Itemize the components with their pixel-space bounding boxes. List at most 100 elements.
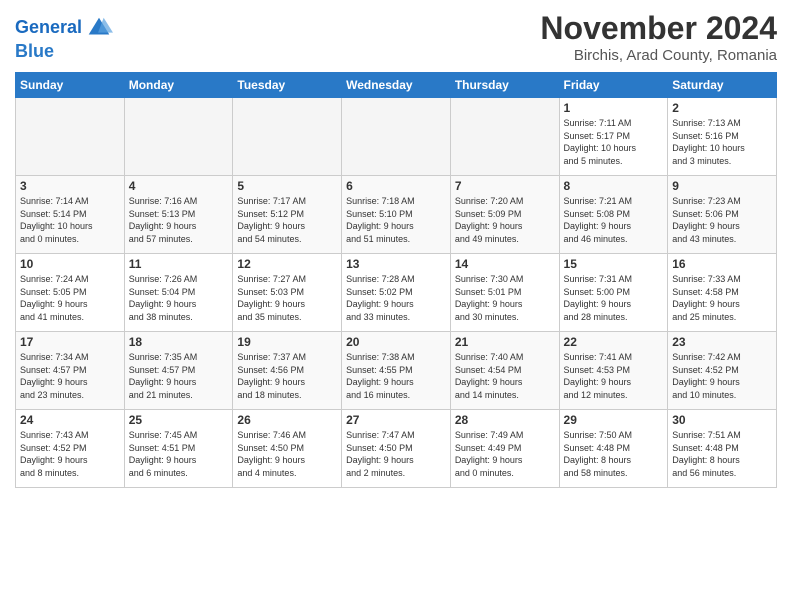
calendar-cell-w3-d2: 19 Sunrise: 7:37 AM Sunset: 4:56 PM Dayli… [233, 332, 342, 410]
week-row-1: 3 Sunrise: 7:14 AM Sunset: 5:14 PM Daylig… [16, 176, 777, 254]
day-info: Sunrise: 7:11 AM Sunset: 5:17 PM Dayligh… [564, 117, 664, 167]
day-number: 3 [20, 179, 120, 193]
calendar-cell-w0-d2 [233, 98, 342, 176]
calendar-cell-w0-d4 [450, 98, 559, 176]
day-number: 8 [564, 179, 664, 193]
week-row-2: 10 Sunrise: 7:24 AM Sunset: 5:05 PM Dayli… [16, 254, 777, 332]
day-number: 18 [129, 335, 229, 349]
day-info: Sunrise: 7:40 AM Sunset: 4:54 PM Dayligh… [455, 351, 555, 401]
day-number: 16 [672, 257, 772, 271]
logo: General Blue [15, 14, 113, 62]
day-info: Sunrise: 7:28 AM Sunset: 5:02 PM Dayligh… [346, 273, 446, 323]
day-info: Sunrise: 7:41 AM Sunset: 4:53 PM Dayligh… [564, 351, 664, 401]
header-friday: Friday [559, 73, 668, 98]
day-info: Sunrise: 7:42 AM Sunset: 4:52 PM Dayligh… [672, 351, 772, 401]
day-number: 2 [672, 101, 772, 115]
page-container: General Blue November 2024 Birchis, Arad… [0, 0, 792, 498]
day-info: Sunrise: 7:23 AM Sunset: 5:06 PM Dayligh… [672, 195, 772, 245]
day-info: Sunrise: 7:46 AM Sunset: 4:50 PM Dayligh… [237, 429, 337, 479]
day-number: 4 [129, 179, 229, 193]
calendar-cell-w2-d4: 14Sunrise: 7:30 AM Sunset: 5:01 PM Dayli… [450, 254, 559, 332]
calendar-cell-w2-d2: 12 Sunrise: 7:27 AM Sunset: 5:03 PM Dayli… [233, 254, 342, 332]
day-number: 28 [455, 413, 555, 427]
day-number: 26 [237, 413, 337, 427]
logo-text: General [15, 18, 82, 38]
day-info: Sunrise: 7:26 AM Sunset: 5:04 PM Dayligh… [129, 273, 229, 323]
day-info: Sunrise: 7:47 AM Sunset: 4:50 PM Dayligh… [346, 429, 446, 479]
calendar-cell-w1-d0: 3 Sunrise: 7:14 AM Sunset: 5:14 PM Daylig… [16, 176, 125, 254]
calendar-cell-w1-d4: 7Sunrise: 7:20 AM Sunset: 5:09 PM Daylig… [450, 176, 559, 254]
month-title: November 2024 [540, 10, 777, 47]
day-info: Sunrise: 7:24 AM Sunset: 5:05 PM Dayligh… [20, 273, 120, 323]
day-number: 14 [455, 257, 555, 271]
day-number: 19 [237, 335, 337, 349]
day-info: Sunrise: 7:50 AM Sunset: 4:48 PM Dayligh… [564, 429, 664, 479]
day-number: 6 [346, 179, 446, 193]
day-info: Sunrise: 7:20 AM Sunset: 5:09 PM Dayligh… [455, 195, 555, 245]
day-info: Sunrise: 7:43 AM Sunset: 4:52 PM Dayligh… [20, 429, 120, 479]
day-info: Sunrise: 7:34 AM Sunset: 4:57 PM Dayligh… [20, 351, 120, 401]
calendar-cell-w0-d6: 2 Sunrise: 7:13 AM Sunset: 5:16 PM Daylig… [668, 98, 777, 176]
calendar-cell-w1-d1: 4 Sunrise: 7:16 AM Sunset: 5:13 PM Daylig… [124, 176, 233, 254]
header-sunday: Sunday [16, 73, 125, 98]
title-block: November 2024 Birchis, Arad County, Roma… [540, 10, 777, 64]
day-number: 20 [346, 335, 446, 349]
day-number: 23 [672, 335, 772, 349]
day-info: Sunrise: 7:49 AM Sunset: 4:49 PM Dayligh… [455, 429, 555, 479]
weekday-header-row: Sunday Monday Tuesday Wednesday Thursday… [16, 73, 777, 98]
day-info: Sunrise: 7:51 AM Sunset: 4:48 PM Dayligh… [672, 429, 772, 479]
calendar-cell-w0-d0 [16, 98, 125, 176]
logo-blue: Blue [15, 42, 113, 62]
day-number: 12 [237, 257, 337, 271]
header-tuesday: Tuesday [233, 73, 342, 98]
calendar-cell-w2-d1: 11Sunrise: 7:26 AM Sunset: 5:04 PM Dayli… [124, 254, 233, 332]
calendar-cell-w2-d0: 10 Sunrise: 7:24 AM Sunset: 5:05 PM Dayli… [16, 254, 125, 332]
calendar-cell-w0-d5: 1 Sunrise: 7:11 AM Sunset: 5:17 PM Daylig… [559, 98, 668, 176]
header-saturday: Saturday [668, 73, 777, 98]
calendar-cell-w4-d0: 24 Sunrise: 7:43 AM Sunset: 4:52 PM Dayli… [16, 410, 125, 488]
day-number: 27 [346, 413, 446, 427]
day-info: Sunrise: 7:35 AM Sunset: 4:57 PM Dayligh… [129, 351, 229, 401]
calendar-cell-w3-d4: 21Sunrise: 7:40 AM Sunset: 4:54 PM Dayli… [450, 332, 559, 410]
logo-icon [85, 14, 113, 42]
day-number: 24 [20, 413, 120, 427]
calendar-cell-w2-d6: 16Sunrise: 7:33 AM Sunset: 4:58 PM Dayli… [668, 254, 777, 332]
location: Birchis, Arad County, Romania [540, 47, 777, 64]
day-number: 22 [564, 335, 664, 349]
day-number: 1 [564, 101, 664, 115]
day-number: 25 [129, 413, 229, 427]
day-info: Sunrise: 7:21 AM Sunset: 5:08 PM Dayligh… [564, 195, 664, 245]
calendar-cell-w3-d0: 17Sunrise: 7:34 AM Sunset: 4:57 PM Dayli… [16, 332, 125, 410]
calendar-cell-w3-d6: 23 Sunrise: 7:42 AM Sunset: 4:52 PM Dayli… [668, 332, 777, 410]
day-number: 13 [346, 257, 446, 271]
day-info: Sunrise: 7:37 AM Sunset: 4:56 PM Dayligh… [237, 351, 337, 401]
calendar-cell-w4-d6: 30 Sunrise: 7:51 AM Sunset: 4:48 PM Dayli… [668, 410, 777, 488]
calendar-cell-w4-d2: 26 Sunrise: 7:46 AM Sunset: 4:50 PM Dayli… [233, 410, 342, 488]
day-number: 10 [20, 257, 120, 271]
calendar-cell-w1-d5: 8 Sunrise: 7:21 AM Sunset: 5:08 PM Daylig… [559, 176, 668, 254]
day-info: Sunrise: 7:31 AM Sunset: 5:00 PM Dayligh… [564, 273, 664, 323]
calendar-cell-w1-d3: 6Sunrise: 7:18 AM Sunset: 5:10 PM Daylig… [342, 176, 451, 254]
calendar-cell-w3-d5: 22 Sunrise: 7:41 AM Sunset: 4:53 PM Dayli… [559, 332, 668, 410]
day-number: 30 [672, 413, 772, 427]
calendar-cell-w4-d5: 29 Sunrise: 7:50 AM Sunset: 4:48 PM Dayli… [559, 410, 668, 488]
calendar-cell-w0-d1 [124, 98, 233, 176]
calendar-cell-w0-d3 [342, 98, 451, 176]
day-number: 15 [564, 257, 664, 271]
day-info: Sunrise: 7:13 AM Sunset: 5:16 PM Dayligh… [672, 117, 772, 167]
day-info: Sunrise: 7:27 AM Sunset: 5:03 PM Dayligh… [237, 273, 337, 323]
header-monday: Monday [124, 73, 233, 98]
calendar-cell-w3-d3: 20Sunrise: 7:38 AM Sunset: 4:55 PM Dayli… [342, 332, 451, 410]
day-info: Sunrise: 7:14 AM Sunset: 5:14 PM Dayligh… [20, 195, 120, 245]
calendar-cell-w4-d3: 27 Sunrise: 7:47 AM Sunset: 4:50 PM Dayli… [342, 410, 451, 488]
week-row-0: 1 Sunrise: 7:11 AM Sunset: 5:17 PM Daylig… [16, 98, 777, 176]
calendar-table: Sunday Monday Tuesday Wednesday Thursday… [15, 72, 777, 488]
calendar-cell-w4-d4: 28 Sunrise: 7:49 AM Sunset: 4:49 PM Dayli… [450, 410, 559, 488]
day-number: 29 [564, 413, 664, 427]
calendar-cell-w2-d5: 15 Sunrise: 7:31 AM Sunset: 5:00 PM Dayli… [559, 254, 668, 332]
day-info: Sunrise: 7:17 AM Sunset: 5:12 PM Dayligh… [237, 195, 337, 245]
calendar-cell-w1-d2: 5Sunrise: 7:17 AM Sunset: 5:12 PM Daylig… [233, 176, 342, 254]
day-info: Sunrise: 7:16 AM Sunset: 5:13 PM Dayligh… [129, 195, 229, 245]
header-thursday: Thursday [450, 73, 559, 98]
week-row-3: 17Sunrise: 7:34 AM Sunset: 4:57 PM Dayli… [16, 332, 777, 410]
